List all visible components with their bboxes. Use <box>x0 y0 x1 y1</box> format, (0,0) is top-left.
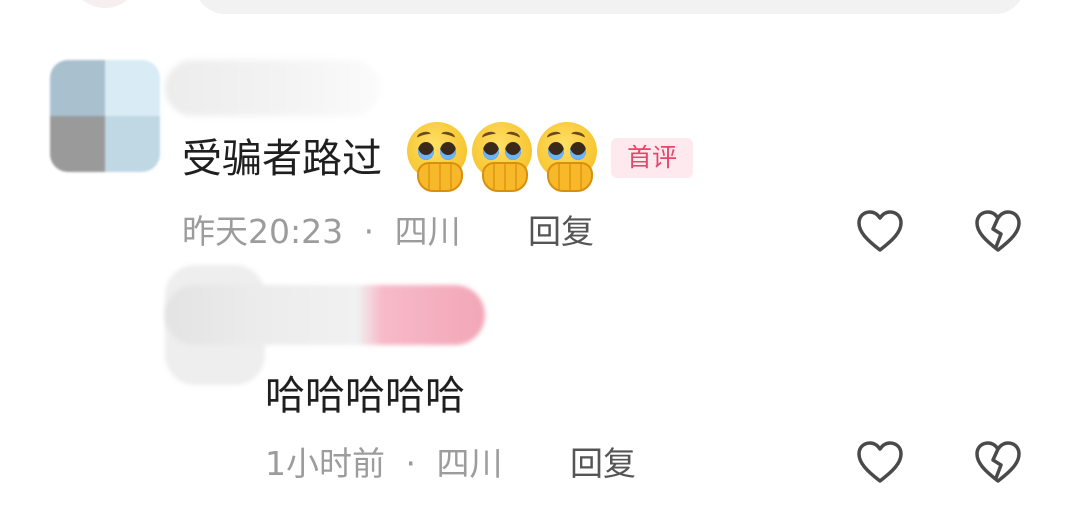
pleading-cry-emoji <box>470 122 534 192</box>
comment-text: 受骗者路过 <box>182 136 382 182</box>
heart-outline-icon[interactable] <box>855 207 905 255</box>
meta-separator: · <box>363 212 375 251</box>
pleading-cry-emoji <box>405 122 469 192</box>
comment-location: 四川 <box>394 212 461 251</box>
pleading-cry-emoji <box>535 122 599 192</box>
comment-time: 昨天20:23 <box>182 212 344 251</box>
comment-input-bar-partial[interactable] <box>195 0 1025 14</box>
reply-text: 哈哈哈哈哈 <box>265 373 465 419</box>
broken-heart-icon[interactable] <box>973 438 1023 486</box>
reply-name-blurred[interactable] <box>165 285 485 345</box>
reply-time: 1小时前 <box>265 444 385 483</box>
reply-location: 四川 <box>436 444 503 483</box>
comment-meta: 昨天20:23 · 四川 <box>182 212 461 252</box>
reply-reply-button[interactable]: 回复 <box>570 444 636 484</box>
reply-meta: 1小时前 · 四川 <box>265 444 503 484</box>
commenter-name-blurred[interactable] <box>165 60 380 116</box>
heart-outline-icon[interactable] <box>855 438 905 486</box>
reply-button[interactable]: 回复 <box>528 212 594 252</box>
broken-heart-icon[interactable] <box>973 207 1023 255</box>
commenter-avatar[interactable] <box>50 60 160 172</box>
previous-avatar-partial <box>70 0 140 8</box>
first-comment-badge: 首评 <box>611 138 693 178</box>
meta-separator: · <box>405 444 417 483</box>
